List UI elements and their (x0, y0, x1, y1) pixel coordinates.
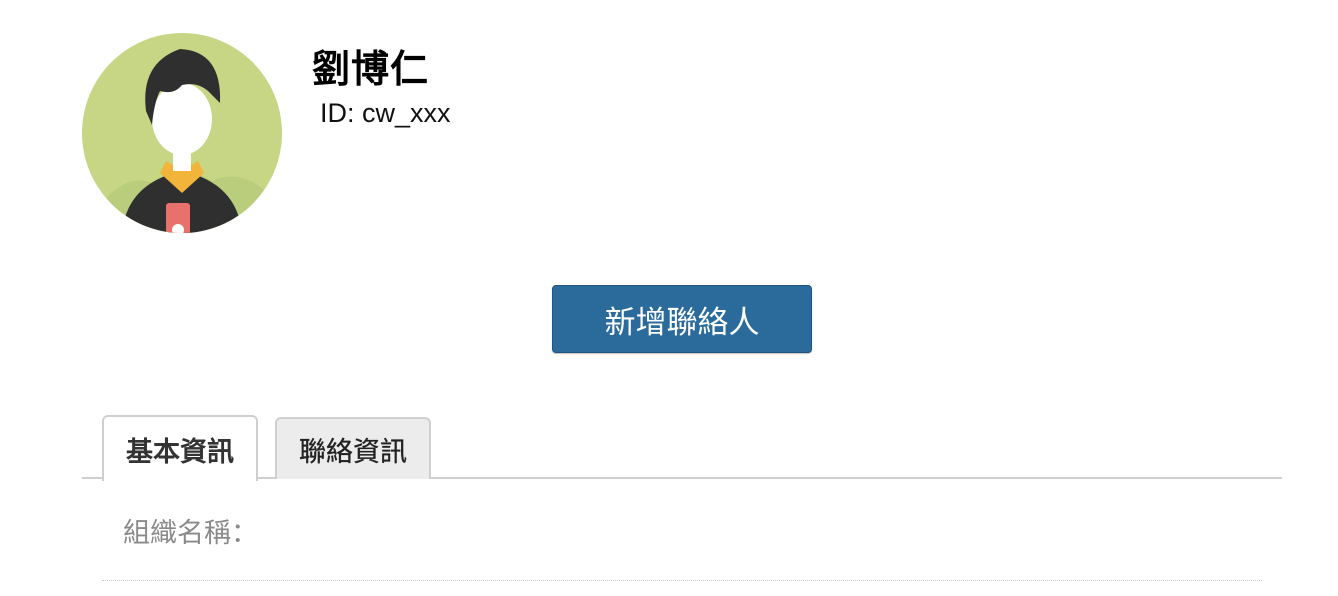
profile-page: 劉博仁 ID: cw_xxx 新增聯絡人 基本資訊 聯絡資訊 組織名稱： (0, 0, 1338, 596)
tab-contact-info[interactable]: 聯絡資訊 (275, 417, 431, 479)
profile-id: ID: cw_xxx (320, 98, 451, 128)
profile-name: 劉博仁 (312, 47, 430, 91)
organization-name-label: 組織名稱： (123, 518, 258, 549)
tabs-bar: 基本資訊 聯絡資訊 (82, 415, 1282, 481)
tab-basic-info[interactable]: 基本資訊 (102, 415, 258, 481)
tabs-divider (82, 477, 1282, 479)
add-contact-button[interactable]: 新增聯絡人 (552, 285, 812, 353)
field-divider (102, 580, 1262, 581)
user-avatar-icon (82, 33, 282, 233)
